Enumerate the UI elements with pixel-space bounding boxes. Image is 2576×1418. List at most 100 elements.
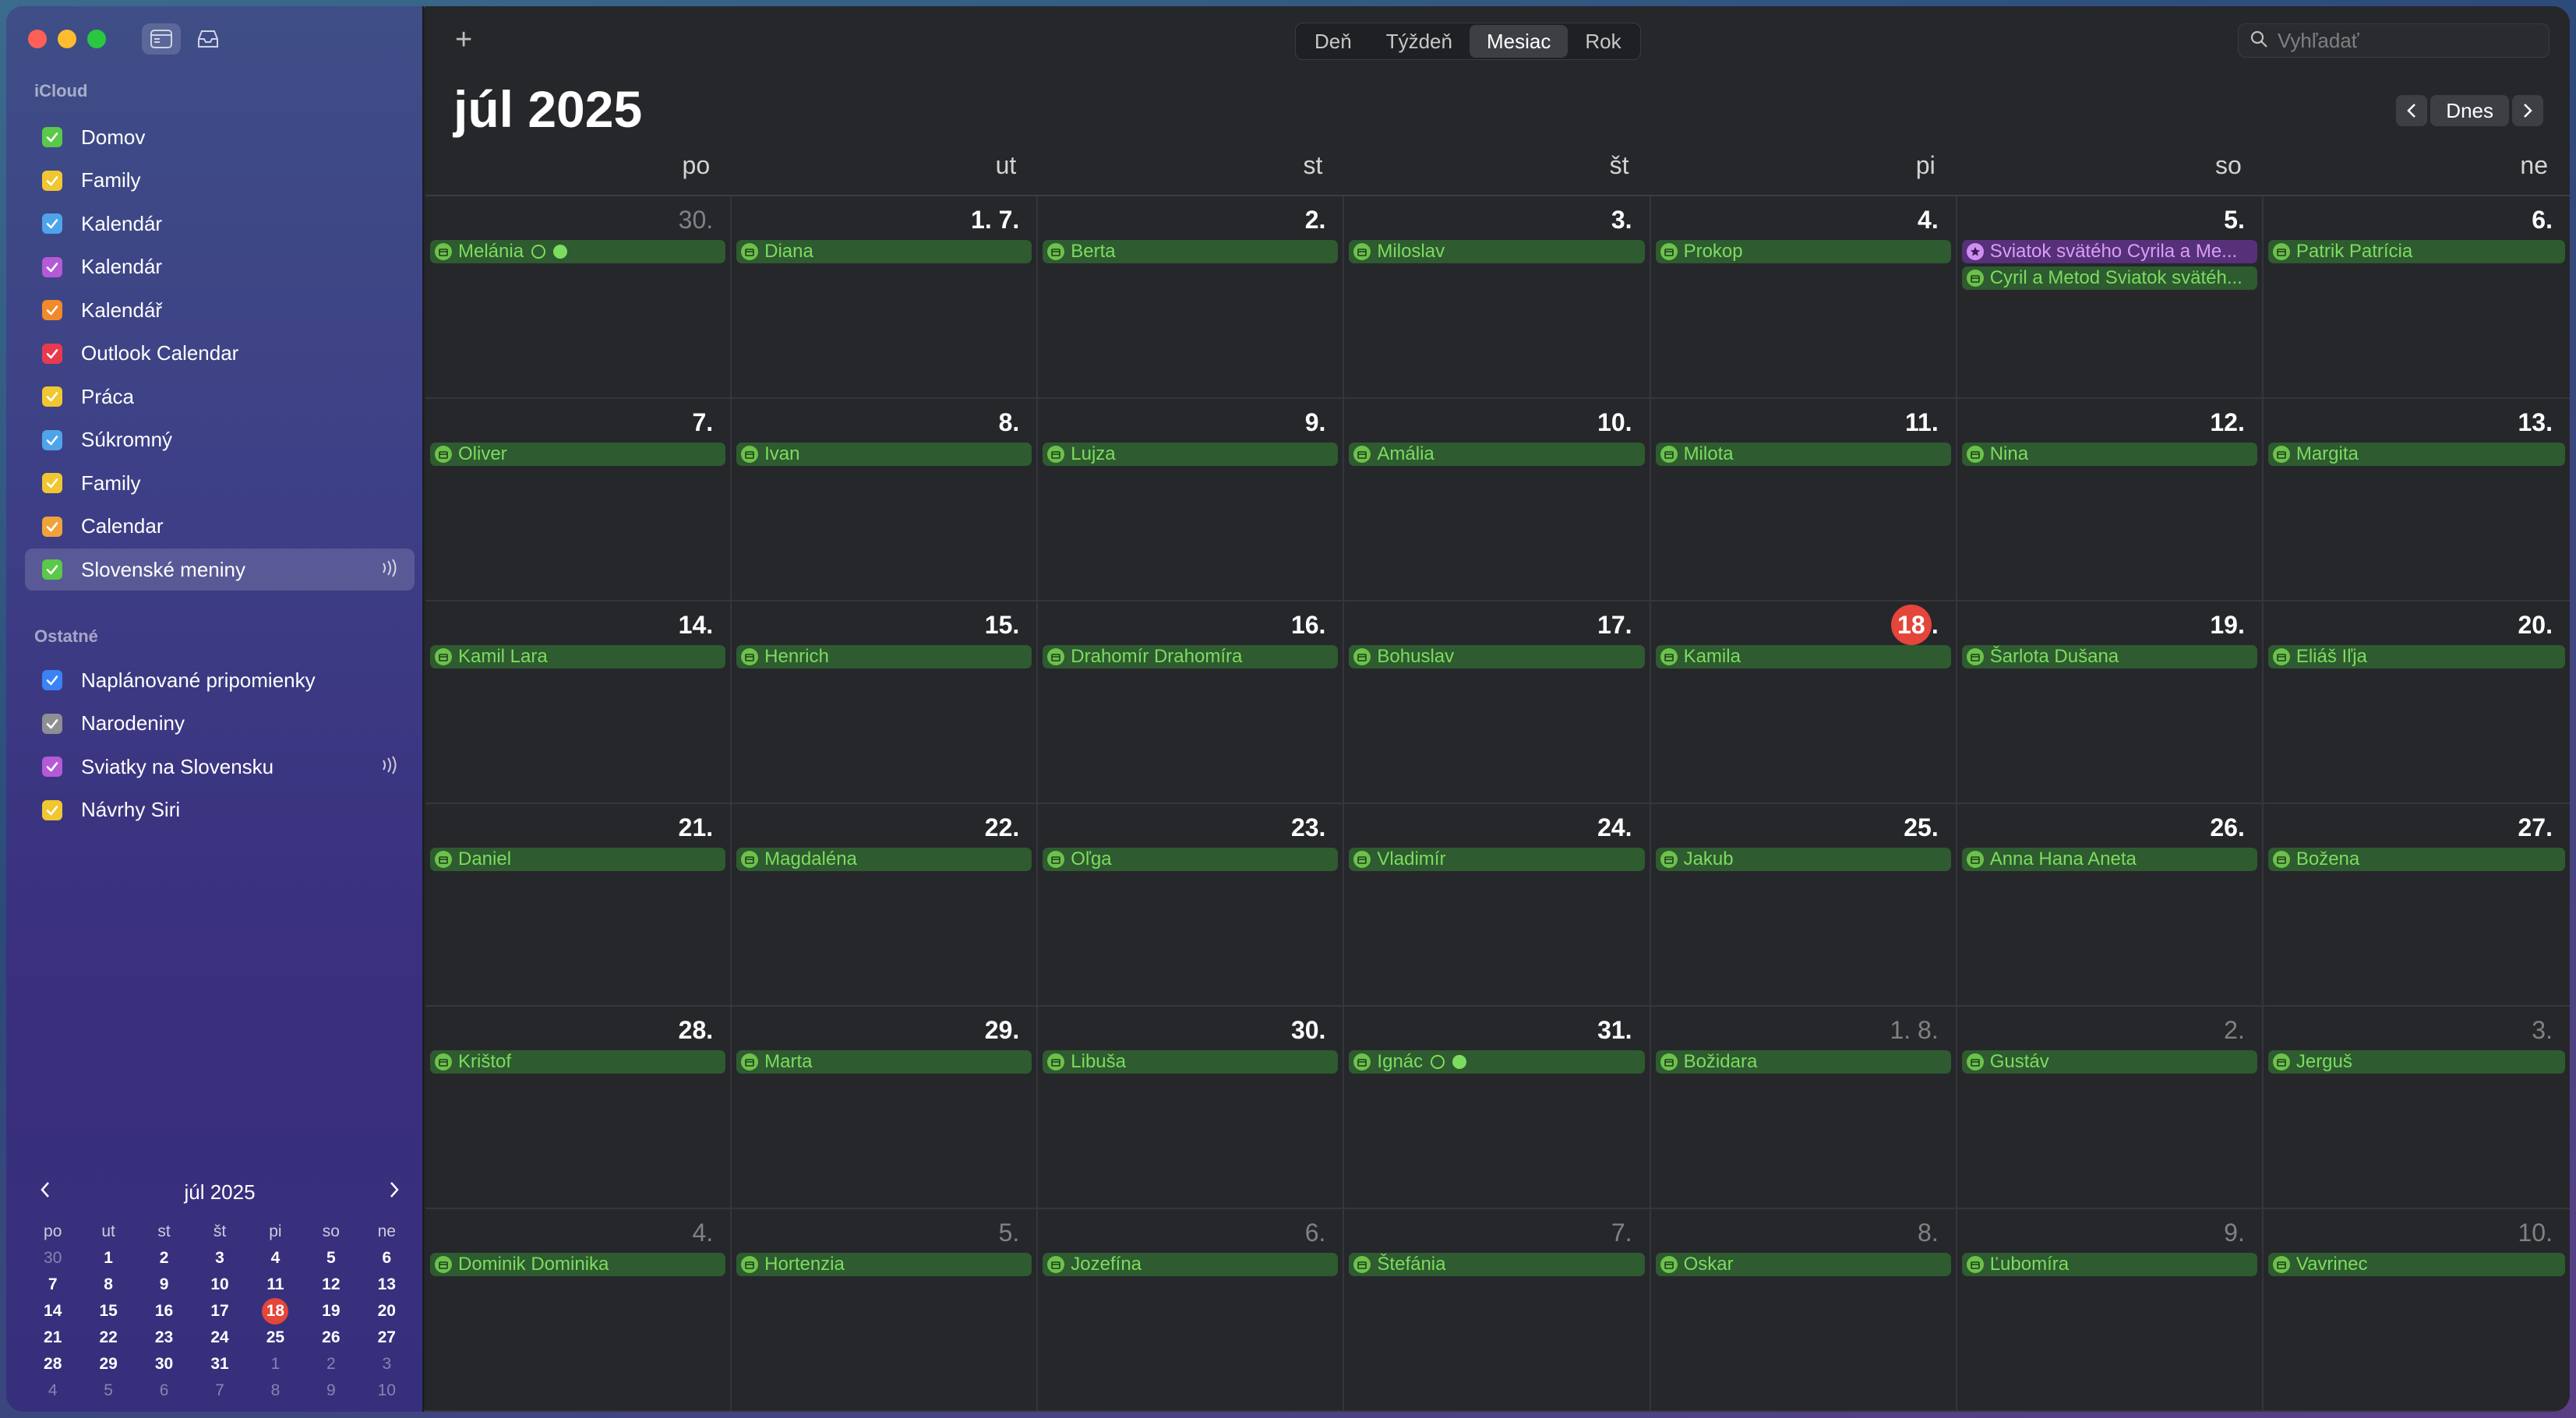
day-cell[interactable]: 8. Oskar — [1650, 1209, 1957, 1412]
day-cell[interactable]: 7. Oliver — [425, 399, 732, 601]
day-cell[interactable]: 19. Šarlota Dušana — [1957, 601, 2264, 804]
calendar-item[interactable]: Slovenské meniny — [25, 549, 415, 591]
day-cell[interactable]: 27. Božena — [2263, 804, 2570, 1007]
day-cell[interactable]: 6. Jozefína — [1038, 1209, 1345, 1412]
day-cell[interactable]: 5. Sviatok svätého Cyrila a Me... Cyril a … — [1957, 196, 2264, 399]
nameday-event[interactable]: Ivan — [736, 443, 1032, 466]
nameday-event[interactable]: Prokop — [1655, 240, 1951, 263]
day-cell[interactable]: 12. Nina — [1957, 399, 2264, 601]
nameday-event[interactable]: Božena — [2267, 848, 2565, 871]
checkbox-icon[interactable] — [42, 713, 62, 734]
mini-day[interactable]: 29 — [80, 1351, 136, 1377]
nameday-event[interactable]: Miloslav — [1349, 240, 1645, 263]
nameday-event[interactable]: Cyril a Metod Sviatok svätéh... — [1961, 266, 2257, 290]
day-cell[interactable]: 24. Vladimír — [1344, 804, 1651, 1007]
mini-day[interactable]: 5 — [80, 1377, 136, 1404]
checkbox-icon[interactable] — [42, 473, 62, 493]
mini-day[interactable]: 14 — [25, 1298, 80, 1325]
checkbox-icon[interactable] — [42, 799, 62, 820]
checkbox-icon[interactable] — [42, 559, 62, 580]
mini-day[interactable]: 1 — [80, 1245, 136, 1272]
mini-day[interactable]: 5 — [303, 1245, 358, 1272]
close-window-button[interactable] — [28, 30, 47, 48]
calendar-item[interactable]: Kalendár — [25, 246, 415, 288]
nameday-event[interactable]: Šarlota Dušana — [1961, 645, 2257, 668]
nameday-event[interactable]: Libuša — [1043, 1050, 1339, 1074]
mini-day[interactable]: 9 — [136, 1272, 192, 1298]
checkbox-icon[interactable] — [42, 386, 62, 407]
mini-day[interactable]: 10 — [192, 1272, 247, 1298]
day-cell[interactable]: 9. Ľubomíra — [1957, 1209, 2264, 1412]
nameday-event[interactable]: Štefánia — [1349, 1253, 1645, 1276]
mini-day[interactable]: 6 — [136, 1377, 192, 1404]
nameday-event[interactable]: Milota — [1655, 443, 1951, 466]
calendar-item[interactable]: Práca — [25, 376, 415, 418]
mini-day[interactable]: 7 — [192, 1377, 247, 1404]
nameday-event[interactable]: Vladimír — [1349, 848, 1645, 871]
checkbox-icon[interactable] — [42, 170, 62, 191]
calendar-list-toggle-icon[interactable] — [142, 23, 181, 55]
day-cell[interactable]: 30. Libuša — [1038, 1007, 1345, 1209]
mini-day[interactable]: 4 — [25, 1377, 80, 1404]
day-cell[interactable]: 9. Lujza — [1038, 399, 1345, 601]
nameday-event[interactable]: Patrik Patrícia — [2267, 240, 2565, 263]
nameday-event[interactable]: Bohuslav — [1349, 645, 1645, 668]
nameday-event[interactable]: Oľga — [1043, 848, 1339, 871]
day-cell[interactable]: 1. 7. Diana — [732, 196, 1039, 399]
checkbox-icon[interactable] — [42, 757, 62, 777]
nameday-event[interactable]: Ignác — [1349, 1050, 1645, 1074]
day-cell[interactable]: 8. Ivan — [732, 399, 1039, 601]
mini-day[interactable]: 25 — [248, 1325, 303, 1351]
mini-day[interactable]: 24 — [192, 1325, 247, 1351]
checkbox-icon[interactable] — [42, 300, 62, 320]
zoom-window-button[interactable] — [87, 30, 106, 48]
day-cell[interactable]: 3. Miloslav — [1344, 196, 1651, 399]
mini-day[interactable]: 26 — [303, 1325, 358, 1351]
view-tab[interactable]: Týždeň — [1369, 25, 1470, 58]
mini-day[interactable]: 17 — [192, 1298, 247, 1325]
calendar-item[interactable]: Kalendář — [25, 289, 415, 331]
day-cell[interactable]: 13. Margita — [2263, 399, 2570, 601]
nameday-event[interactable]: Drahomír Drahomíra — [1043, 645, 1339, 668]
checkbox-icon[interactable] — [42, 429, 62, 450]
mini-day[interactable]: 1 — [248, 1351, 303, 1377]
day-cell[interactable]: 28. Krištof — [425, 1007, 732, 1209]
mini-day[interactable]: 15 — [80, 1298, 136, 1325]
day-cell[interactable]: 29. Marta — [732, 1007, 1039, 1209]
add-event-button[interactable]: + — [455, 23, 472, 57]
today-button[interactable]: Dnes — [2430, 95, 2509, 126]
mini-day[interactable]: 30 — [25, 1245, 80, 1272]
previous-month-button[interactable] — [2396, 95, 2428, 126]
day-cell[interactable]: 31. Ignác — [1344, 1007, 1651, 1209]
day-cell[interactable]: 22. Magdaléna — [732, 804, 1039, 1007]
next-month-button[interactable] — [2512, 95, 2543, 126]
day-cell[interactable]: 10. Vavrinec — [2263, 1209, 2570, 1412]
mini-day[interactable]: 23 — [136, 1325, 192, 1351]
checkbox-icon[interactable] — [42, 213, 62, 234]
holiday-event[interactable]: Sviatok svätého Cyrila a Me... — [1961, 240, 2257, 263]
nameday-event[interactable]: Vavrinec — [2267, 1253, 2565, 1276]
day-cell[interactable]: 3. Jerguš — [2263, 1007, 2570, 1209]
mini-day[interactable]: 20 — [359, 1298, 415, 1325]
nameday-event[interactable]: Gustáv — [1961, 1050, 2257, 1074]
nameday-event[interactable]: Jakub — [1655, 848, 1951, 871]
mini-day[interactable]: 19 — [303, 1298, 358, 1325]
nameday-event[interactable]: Nina — [1961, 443, 2257, 466]
checkbox-icon[interactable] — [42, 670, 62, 690]
nameday-event[interactable]: Anna Hana Aneta — [1961, 848, 2257, 871]
day-cell[interactable]: 16. Drahomír Drahomíra — [1038, 601, 1345, 804]
day-cell[interactable]: 1. 8. Božidara — [1650, 1007, 1957, 1209]
mini-day[interactable]: 22 — [80, 1325, 136, 1351]
mini-day[interactable]: 16 — [136, 1298, 192, 1325]
nameday-event[interactable]: Eliáš Iľja — [2267, 645, 2565, 668]
nameday-event[interactable]: Amália — [1349, 443, 1645, 466]
nameday-event[interactable]: Kamil Lara — [430, 645, 726, 668]
mini-day[interactable]: 4 — [248, 1245, 303, 1272]
nameday-event[interactable]: Berta — [1043, 240, 1339, 263]
day-cell[interactable]: 30. Melánia — [425, 196, 732, 399]
mini-day[interactable]: 6 — [359, 1245, 415, 1272]
nameday-event[interactable]: Melánia — [430, 240, 726, 263]
mini-day[interactable]: 3 — [359, 1351, 415, 1377]
mini-day[interactable]: 21 — [25, 1325, 80, 1351]
mini-next-month-icon[interactable] — [388, 1180, 401, 1205]
